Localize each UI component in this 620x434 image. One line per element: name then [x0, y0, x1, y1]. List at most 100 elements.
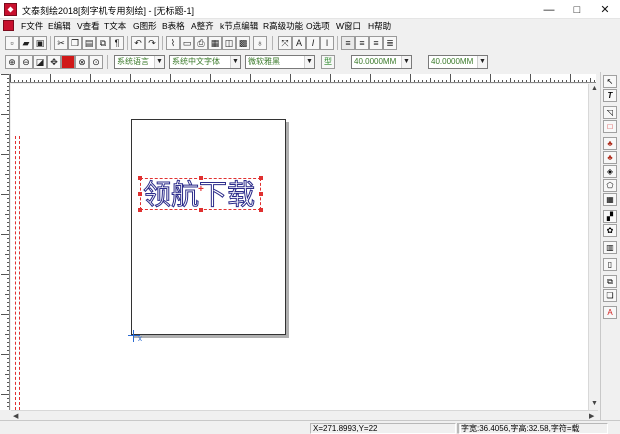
layers-tool-icon[interactable]: ▞	[603, 210, 617, 223]
chevron-down-icon: ▼	[304, 56, 314, 68]
menu-node-edit[interactable]: k节点编辑	[220, 20, 258, 32]
fill-tool-icon[interactable]: ♣	[603, 151, 617, 164]
font-name-value: 微软雅黑	[248, 57, 280, 66]
export-icon[interactable]: ◫	[222, 36, 236, 50]
menu-table[interactable]: B表格	[162, 20, 185, 32]
guide-line[interactable]	[15, 136, 16, 410]
toolbar-separator	[337, 36, 338, 50]
redo-icon[interactable]: ↷	[145, 36, 159, 50]
palette-tool-icon[interactable]: ✿	[603, 224, 617, 237]
rotation-center-mark[interactable]: +	[198, 184, 204, 195]
zoom-out-icon[interactable]: ⊖	[19, 55, 33, 69]
shape-tool-icon[interactable]: ⬠	[603, 179, 617, 192]
print-icon[interactable]: ⎙	[194, 36, 208, 50]
format-icon[interactable]: ¶	[110, 36, 124, 50]
menu-bar: F文件 E编辑 V查看 T文本 G图形 B表格 A整齐 k节点编辑 R高级功能 …	[0, 19, 620, 33]
scroll-down-icon[interactable]: ▼	[591, 400, 598, 407]
horizontal-scrollbar[interactable]: ◀ ▶	[11, 410, 598, 420]
pan-icon[interactable]: ✥	[47, 55, 61, 69]
zoom-page-icon[interactable]: ◪	[33, 55, 47, 69]
guide-line[interactable]	[19, 136, 20, 410]
font-style-button[interactable]: 型	[321, 55, 335, 69]
toolbar-separator	[107, 55, 108, 69]
toolbar-separator	[162, 36, 163, 50]
resize-handle[interactable]	[138, 176, 142, 180]
font-effect-tool-icon[interactable]: A	[603, 306, 617, 319]
width-input[interactable]: 40.0000MM ▼	[428, 55, 488, 69]
scroll-right-icon[interactable]: ▶	[589, 412, 594, 420]
menu-edit[interactable]: E编辑	[48, 20, 71, 32]
open-folder-icon[interactable]: ▰	[19, 36, 33, 50]
minimize-button[interactable]: —	[535, 0, 563, 19]
maximize-button[interactable]: □	[563, 0, 591, 19]
align-right-icon[interactable]: ≡	[369, 36, 383, 50]
import-icon[interactable]: ▩	[236, 36, 250, 50]
align-center-icon[interactable]: ≡	[355, 36, 369, 50]
height-value: 40.0000MM	[354, 57, 397, 66]
stamp-tool-icon[interactable]: ▥	[603, 241, 617, 254]
zoom-in-icon[interactable]: ⊕	[5, 55, 19, 69]
pointer-tool-icon[interactable]: ↖	[603, 75, 617, 88]
origin-label: x	[138, 334, 142, 343]
zoom-select-icon[interactable]: ⊙	[89, 55, 103, 69]
title-bar: 文泰刻绘2018[刻字机专用刻绘] - [无标题-1] — □ ✕	[0, 0, 620, 19]
height-input[interactable]: 40.0000MM ▼	[351, 55, 412, 69]
resize-handle[interactable]	[138, 208, 142, 212]
bulb-icon[interactable]: ♁	[253, 36, 267, 50]
arrange-tool-icon[interactable]: ⧉	[603, 275, 617, 288]
zoom-all-icon[interactable]: ⊗	[75, 55, 89, 69]
scroll-up-icon[interactable]: ▲	[591, 85, 598, 92]
resize-handle[interactable]	[259, 208, 263, 212]
vertical-ruler[interactable]	[0, 74, 10, 410]
vertical-scrollbar[interactable]: ▲ ▼	[588, 84, 599, 410]
menu-text[interactable]: T文本	[104, 20, 126, 32]
save-icon[interactable]: ▣	[33, 36, 47, 50]
undo-icon[interactable]: ↶	[131, 36, 145, 50]
menu-window[interactable]: W窗口	[336, 20, 361, 32]
cut-plot-icon[interactable]: ⌇	[166, 36, 180, 50]
text-cursor-icon[interactable]: ǀ	[320, 36, 334, 50]
document-menu-icon[interactable]	[3, 20, 14, 31]
resize-handle[interactable]	[259, 176, 263, 180]
fill-color-icon[interactable]: ■	[61, 55, 75, 69]
brush-tool-icon[interactable]: ◈	[603, 165, 617, 178]
clone-icon[interactable]: ⧉	[96, 36, 110, 50]
language-select[interactable]: 系统语言 ▼	[114, 55, 165, 69]
menu-file[interactable]: F文件	[21, 20, 43, 32]
app-logo-icon	[4, 3, 17, 16]
copy-icon[interactable]: ❐	[68, 36, 82, 50]
rotate-icon[interactable]: ⤧	[278, 36, 292, 50]
barcode-tool-icon[interactable]: ▯	[603, 258, 617, 271]
node-tool-icon[interactable]: ◹	[603, 106, 617, 119]
menu-graphics[interactable]: G图形	[133, 20, 157, 32]
drawing-canvas[interactable]: 领航下载 + x	[11, 84, 599, 410]
scroll-left-icon[interactable]: ◀	[13, 412, 18, 420]
table-tool-icon[interactable]: ▦	[603, 193, 617, 206]
color-tool-icon[interactable]: ♣	[603, 137, 617, 150]
menu-options[interactable]: O选项	[306, 20, 330, 32]
menu-advanced[interactable]: R高级功能	[263, 20, 303, 32]
cut-icon[interactable]: ✂	[54, 36, 68, 50]
text-frame-icon[interactable]: A	[292, 36, 306, 50]
font-name-select[interactable]: 微软雅黑 ▼	[245, 55, 315, 69]
text-tool-icon[interactable]: T	[603, 89, 617, 102]
copy-tool-icon[interactable]: ❏	[603, 289, 617, 302]
rectangle-tool-icon[interactable]: □	[603, 120, 617, 133]
print-preview-icon[interactable]: ▦	[208, 36, 222, 50]
align-left-icon[interactable]: ≡	[341, 36, 355, 50]
menu-arrange[interactable]: A整齐	[191, 20, 214, 32]
horizontal-ruler-ticks	[10, 74, 595, 82]
plotter-icon[interactable]: ▭	[180, 36, 194, 50]
new-file-icon[interactable]: ▫	[5, 36, 19, 50]
menu-view[interactable]: V查看	[77, 20, 100, 32]
tool-palette: ↖ T ◹ □ ♣ ♣ ◈ ⬠ ▦ ▞ ✿ ▥ ▯ ⧉ ❏ A	[600, 72, 620, 420]
close-button[interactable]: ✕	[591, 0, 619, 19]
paste-icon[interactable]: ▤	[82, 36, 96, 50]
resize-handle[interactable]	[138, 192, 142, 196]
font-script-select[interactable]: 系统中文字体 ▼	[169, 55, 241, 69]
justify-icon[interactable]: ≣	[383, 36, 397, 50]
resize-handle[interactable]	[259, 192, 263, 196]
italic-icon[interactable]: I	[306, 36, 320, 50]
horizontal-ruler[interactable]	[10, 74, 596, 83]
menu-help[interactable]: H帮助	[368, 20, 391, 32]
